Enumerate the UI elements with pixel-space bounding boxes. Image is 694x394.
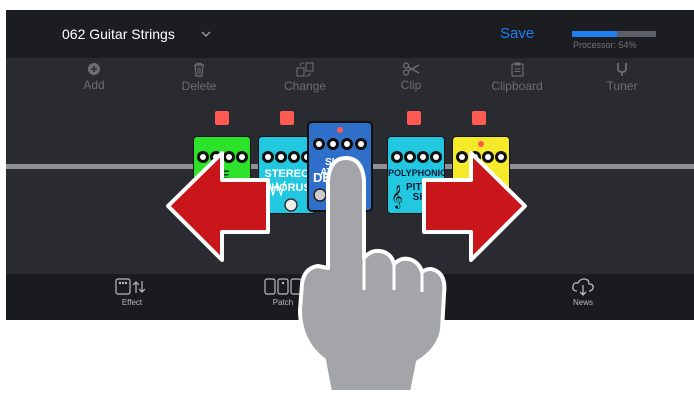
toolbar-tuner[interactable]: Tuner <box>582 62 662 93</box>
toolbar-label: Clip <box>400 78 422 92</box>
nav-patch[interactable]: Patch <box>253 278 313 307</box>
processor-label: Processor: 54% <box>573 40 637 50</box>
top-bar: 062 Guitar Strings Save Processor: 54% <box>6 10 694 58</box>
scissors-icon <box>371 62 451 76</box>
chevron-down-icon[interactable] <box>200 26 212 44</box>
toolbar-label: Add <box>83 78 105 92</box>
toolbar-label: Tuner <box>606 79 638 93</box>
effect-pedal-yellow[interactable]: SE TOR <box>453 137 509 213</box>
pedal-name-line1: STEREO <box>264 168 310 180</box>
effect-pedal-chorus[interactable]: STEREO CHORUS <box>259 137 315 213</box>
effect-on-indicator[interactable] <box>215 111 229 125</box>
nav-label: Patch <box>272 298 294 307</box>
processor-meter <box>572 31 656 37</box>
change-icon <box>265 62 345 77</box>
pedal-name-line2: ERB <box>209 182 235 196</box>
patch-icon <box>253 278 313 296</box>
toolbar-delete[interactable]: Delete <box>159 62 239 93</box>
toolbar-add[interactable]: Add <box>54 62 134 92</box>
effect-on-indicator[interactable] <box>280 111 294 125</box>
pedal-name-line2: DELAY <box>313 170 356 185</box>
toolbar-clipboard[interactable]: Clipboard <box>477 62 557 93</box>
nav-label: News <box>572 298 593 307</box>
pedal-name-line1: TE <box>214 168 230 182</box>
save-button[interactable]: Save <box>500 25 534 42</box>
toolbar-change[interactable]: Change <box>265 62 345 93</box>
toolbar-label: Delete <box>181 79 217 93</box>
toolbar-label: Change <box>283 79 327 93</box>
toolbar-label: Clipboard <box>491 79 543 93</box>
app-window: 062 Guitar Strings Save Processor: 54% A… <box>6 10 694 320</box>
effect-pedal-reverb[interactable]: TE ERB <box>194 137 250 213</box>
add-icon <box>54 62 134 76</box>
effect-pedal-pitch-shifter[interactable]: 𝄞 POLYPHONIC PITCH SHI <box>388 137 444 213</box>
effect-on-indicator[interactable] <box>407 111 421 125</box>
clipboard-icon <box>477 62 557 77</box>
pedal-name-line2: CHORUS <box>263 182 311 194</box>
pedal-name-line1: SE <box>472 168 489 182</box>
pedal-name-line2: TOR <box>468 182 494 196</box>
effect-on-indicator[interactable] <box>472 111 486 125</box>
cloud-download-icon <box>553 278 613 296</box>
nav-effect[interactable]: Effect <box>102 278 162 307</box>
effect-pedal-delay-selected[interactable]: SLOW ATTACK DELAY <box>309 123 371 210</box>
trash-icon <box>159 62 239 77</box>
patch-name[interactable]: 062 Guitar Strings <box>62 26 175 42</box>
pedal-name-line2: PITCH SHI <box>406 182 436 203</box>
nav-news[interactable]: News <box>553 278 613 307</box>
effect-icon <box>102 278 162 296</box>
nav-label: Effect <box>121 298 143 307</box>
pedal-name-line1: POLYPHONIC <box>388 168 444 178</box>
tuner-icon <box>582 62 662 77</box>
toolbar-clip[interactable]: Clip <box>371 62 451 92</box>
processor-meter-fill <box>572 31 618 37</box>
